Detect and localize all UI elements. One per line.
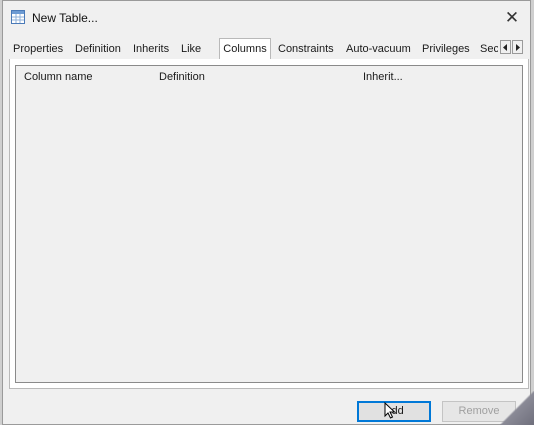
column-header-name[interactable]: Column name [24,71,92,83]
tab-properties[interactable]: Properties [13,41,65,58]
column-header-inherit[interactable]: Inherit... [363,71,403,83]
tab-constraints[interactable]: Constraints [278,41,338,58]
tab-scroll-right-button[interactable] [512,40,523,54]
close-button[interactable]: ✕ [494,1,530,35]
tab-strip: Properties Definition Inherits Like Colu… [9,38,529,61]
tab-security[interactable]: Sec [480,41,498,58]
table-icon [11,10,25,24]
desktop-corner-decoration [500,391,534,425]
title-bar[interactable]: New Table... ✕ [3,1,530,35]
column-header-definition[interactable]: Definition [159,71,205,83]
tab-privileges[interactable]: Privileges [422,41,474,58]
close-icon: ✕ [504,8,520,27]
tab-auto-vacuum[interactable]: Auto-vacuum [346,41,414,58]
columns-list[interactable]: Column name Definition Inherit... [15,65,523,383]
tab-like[interactable]: Like [181,41,205,58]
arrow-right-icon [516,43,520,51]
tab-inherits[interactable]: Inherits [133,41,175,58]
mouse-cursor-icon [384,402,396,419]
tab-columns[interactable]: Columns [219,38,271,59]
arrow-left-icon [503,43,507,51]
tab-definition[interactable]: Definition [75,41,127,58]
tab-scroll-left-button[interactable] [500,40,511,54]
window-title: New Table... [32,11,98,25]
new-table-dialog: New Table... ✕ Properties Definition Inh… [2,0,531,425]
columns-tab-panel: Column name Definition Inherit... [9,59,529,389]
